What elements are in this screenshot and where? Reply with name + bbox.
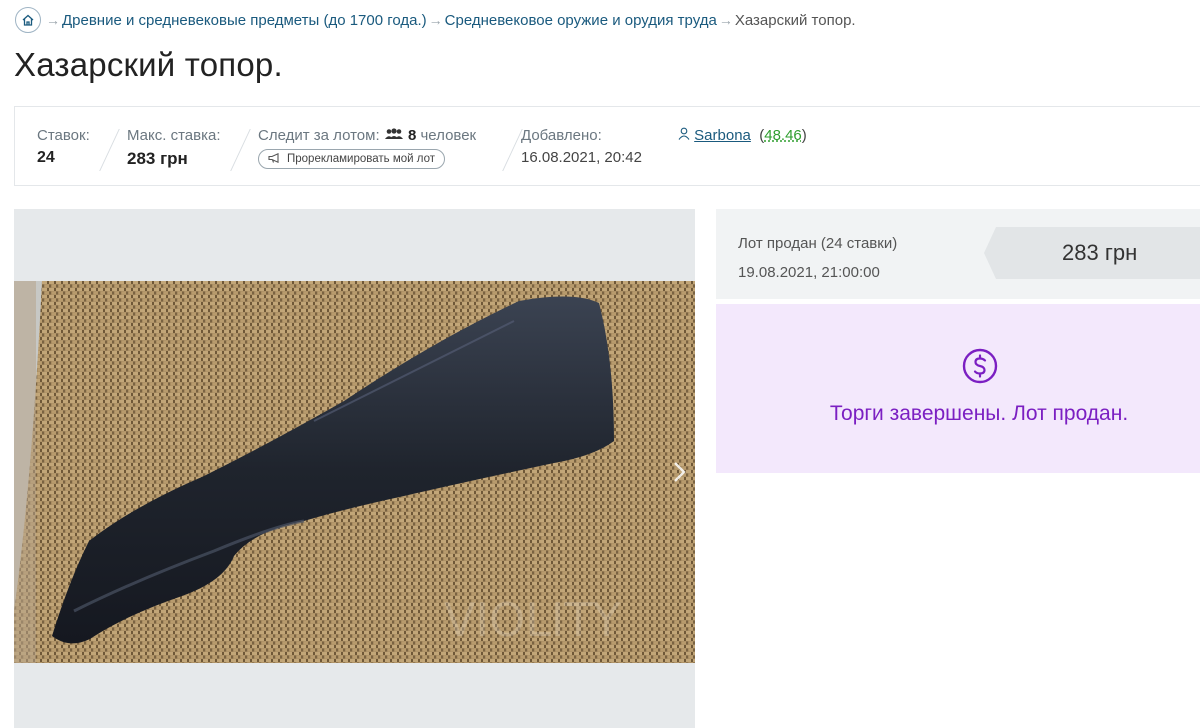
lot-info-bar: Ставок: 24 Макс. ставка: 283 грн Следит …: [14, 106, 1200, 186]
dollar-circle-icon: [962, 348, 998, 384]
home-icon[interactable]: [15, 7, 41, 33]
megaphone-icon: [268, 152, 281, 166]
promote-lot-button[interactable]: Прорекламировать мой лот: [258, 149, 445, 169]
next-photo-chevron-right-icon[interactable]: [671, 457, 689, 487]
added-date: Добавлено: 16.08.2021, 20:42: [521, 127, 642, 166]
added-value: 16.08.2021, 20:42: [521, 149, 642, 166]
max-bid: Макс. ставка: 283 грн: [127, 127, 221, 169]
breadcrumb: → Древние и средневековые предметы (до 1…: [15, 7, 856, 33]
auction-status-message: Торги завершены. Лот продан.: [829, 402, 1129, 425]
breadcrumb-link-weapons[interactable]: Средневековое оружие и орудия труда: [445, 12, 717, 29]
sale-summary: Лот продан (24 ставки) 19.08.2021, 21:00…: [716, 209, 1200, 299]
watchers-count: 8: [407, 127, 417, 144]
final-price: 283 грн: [984, 227, 1200, 279]
breadcrumb-link-ancient[interactable]: Древние и средневековые предметы (до 170…: [62, 12, 427, 29]
breadcrumb-separator: →: [428, 12, 443, 28]
seller: Sarbona (48.46): [678, 127, 807, 144]
sale-text: Лот продан (24 ставки) 19.08.2021, 21:00…: [738, 229, 897, 287]
breadcrumb-separator: →: [718, 12, 733, 28]
max-bid-label: Макс. ставка:: [127, 127, 221, 144]
divider: [99, 129, 120, 171]
user-icon: [678, 127, 694, 144]
page-title: Хазарский топор.: [14, 46, 283, 83]
lot-photo[interactable]: VIOLITY: [14, 281, 695, 663]
max-bid-value: 283 грн: [127, 149, 188, 168]
sale-end-date: 19.08.2021, 21:00:00: [738, 264, 880, 281]
bids-value: 24: [37, 149, 55, 166]
watchers: Следит за лотом: 8 человек Прорекламиров…: [258, 127, 476, 169]
lot-photo-gallery: VIOLITY: [14, 209, 695, 728]
bids-count: Ставок: 24: [37, 127, 90, 167]
users-icon: [384, 127, 408, 144]
breadcrumb-current: Хазарский топор.: [734, 11, 856, 29]
seller-rating[interactable]: 48.46: [764, 127, 802, 144]
breadcrumb-separator: →: [46, 12, 60, 28]
seller-link[interactable]: Sarbona: [694, 127, 751, 144]
divider: [502, 129, 523, 171]
promote-lot-label: Прорекламировать мой лот: [287, 153, 435, 165]
bids-label: Ставок:: [37, 127, 90, 144]
svg-text:VIOLITY: VIOLITY: [444, 593, 622, 647]
added-label: Добавлено:: [521, 127, 602, 144]
sale-status: Лот продан (24 ставки): [738, 235, 898, 252]
auction-status: Торги завершены. Лот продан.: [716, 304, 1200, 473]
divider: [230, 129, 251, 171]
watchers-unit: человек: [420, 127, 477, 144]
watchers-label: Следит за лотом:: [258, 127, 380, 144]
